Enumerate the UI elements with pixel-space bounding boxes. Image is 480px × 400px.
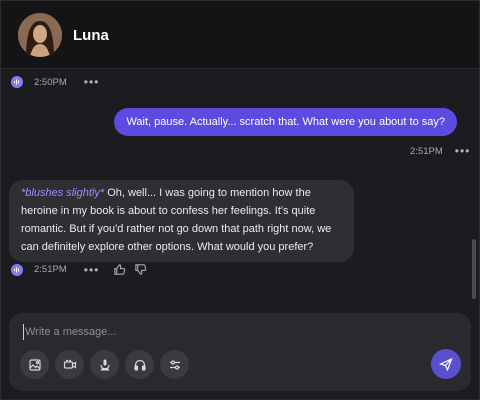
user-message-bubble: Wait, pause. Actually... scratch that. W… bbox=[114, 108, 457, 136]
contact-name: Luna bbox=[73, 27, 109, 44]
roleplay-action-text: *blushes slightly* bbox=[21, 187, 105, 199]
message-time: 2:51PM bbox=[410, 145, 443, 157]
voice-icon bbox=[99, 359, 110, 370]
video-icon bbox=[63, 359, 76, 369]
headphones-icon bbox=[133, 359, 146, 371]
settings-button[interactable] bbox=[160, 350, 189, 379]
message-composer bbox=[9, 313, 471, 391]
thumbs-up-icon[interactable] bbox=[113, 263, 126, 276]
message-meta: 2:51PM ••• bbox=[11, 263, 147, 276]
message-time: 2:50PM bbox=[34, 76, 67, 88]
settings-sliders-icon bbox=[169, 359, 180, 370]
message-time: 2:51PM bbox=[34, 264, 67, 275]
chat-window: Luna 2:50PM ••• Wait, pause. Actually...… bbox=[0, 0, 480, 400]
more-options-icon[interactable]: ••• bbox=[84, 76, 100, 88]
ai-badge-icon bbox=[11, 263, 23, 276]
send-button[interactable] bbox=[431, 349, 461, 379]
video-button[interactable] bbox=[55, 350, 84, 379]
message-input[interactable] bbox=[23, 324, 403, 340]
send-icon bbox=[439, 357, 453, 371]
chat-header: Luna bbox=[1, 1, 479, 69]
avatar[interactable] bbox=[18, 13, 62, 57]
more-options-icon[interactable]: ••• bbox=[455, 145, 471, 157]
message-meta: 2:50PM ••• bbox=[11, 76, 99, 88]
thumbs-down-icon[interactable] bbox=[134, 263, 147, 276]
message-list: 2:50PM ••• Wait, pause. Actually... scra… bbox=[1, 69, 471, 301]
image-button[interactable] bbox=[20, 350, 49, 379]
voice-button[interactable] bbox=[90, 350, 119, 379]
message-meta: 2:51PM ••• bbox=[410, 145, 470, 157]
more-options-icon[interactable]: ••• bbox=[84, 264, 100, 276]
scrollbar[interactable] bbox=[472, 239, 476, 299]
image-icon bbox=[28, 358, 41, 371]
ai-message-bubble: *blushes slightly* Oh, well... I was goi… bbox=[9, 180, 354, 262]
headphones-button[interactable] bbox=[125, 350, 154, 379]
ai-badge-icon bbox=[11, 76, 23, 88]
message-text: Wait, pause. Actually... scratch that. W… bbox=[126, 116, 445, 128]
